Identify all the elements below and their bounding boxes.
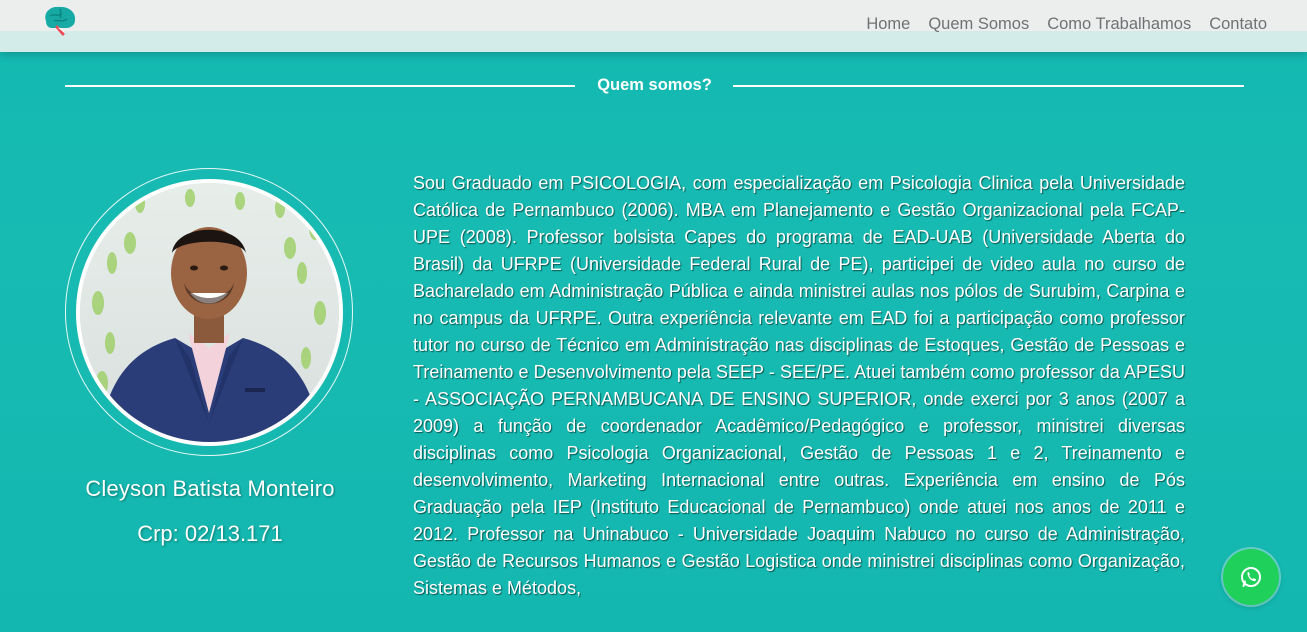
nav-quem-somos[interactable]: Quem Somos bbox=[928, 15, 1029, 34]
nav-home[interactable]: Home bbox=[866, 15, 910, 34]
profile-name: Cleyson Batista Monteiro bbox=[85, 476, 335, 501]
profile-crp: Crp: 02/13.171 bbox=[137, 521, 283, 546]
whatsapp-button[interactable] bbox=[1223, 549, 1279, 605]
title-divider-right bbox=[733, 85, 1244, 87]
section-heading: Quem somos? bbox=[65, 74, 1244, 98]
nav-como-trabalhamos[interactable]: Como Trabalhamos bbox=[1047, 15, 1191, 34]
brain-logo-icon[interactable] bbox=[40, 4, 78, 40]
bio-text: Sou Graduado em PSICOLOGIA, com especial… bbox=[413, 173, 1185, 598]
whatsapp-icon bbox=[1241, 567, 1261, 587]
nav-contato[interactable]: Contato bbox=[1209, 15, 1267, 34]
site-header: Home Quem Somos Como Trabalhamos Contato bbox=[0, 0, 1307, 52]
profile-photo bbox=[76, 179, 343, 446]
main-nav: Home Quem Somos Como Trabalhamos Contato bbox=[866, 15, 1267, 34]
header-band bbox=[0, 31, 1307, 52]
